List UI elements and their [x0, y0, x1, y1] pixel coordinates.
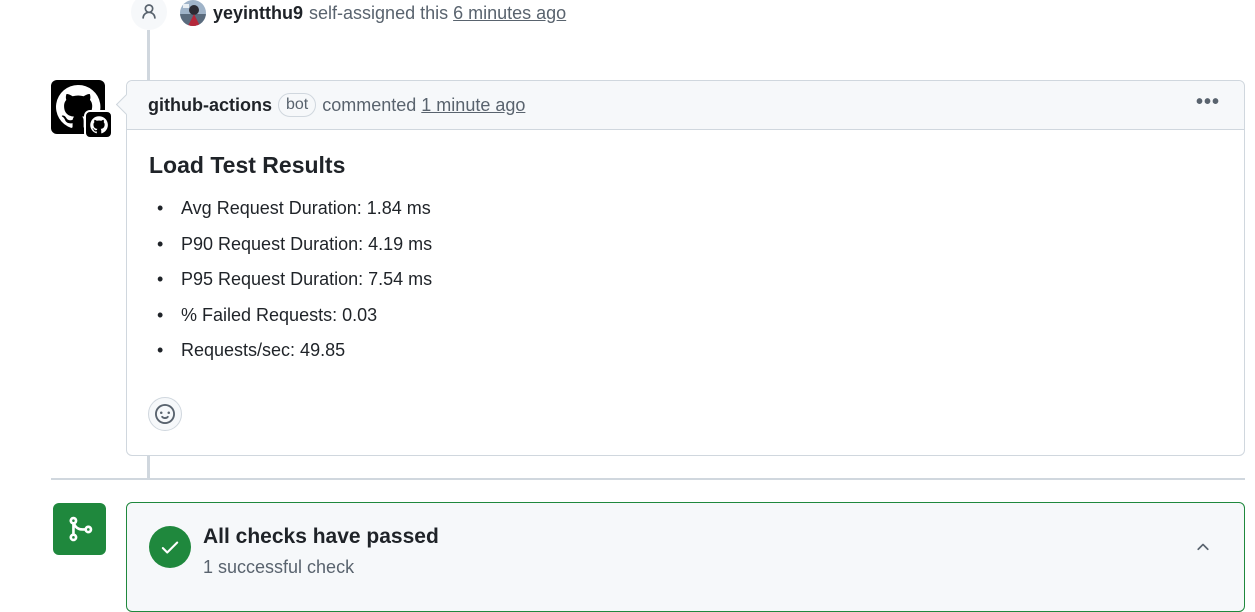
list-item: • Avg Request Duration: 1.84 ms [157, 198, 431, 218]
event-username[interactable]: yeyintthu9 [213, 3, 303, 24]
user-avatar[interactable] [180, 0, 206, 26]
timeline-connector [147, 456, 150, 478]
list-item: • P90 Request Duration: 4.19 ms [157, 233, 433, 254]
person-icon [131, 0, 167, 30]
smiley-icon [155, 404, 175, 424]
timeline-divider [51, 478, 1245, 480]
assignment-event: yeyintthu9 self-assigned this 6 minutes … [180, 0, 566, 26]
checks-subtitle: 1 successful check [203, 557, 355, 577]
list-item: • P95 Request Duration: 7.54 ms [157, 269, 433, 289]
chevron-up-icon[interactable] [1194, 538, 1212, 561]
bot-badge: bot [278, 93, 317, 117]
check-icon [149, 526, 191, 568]
event-action: self-assigned this [309, 2, 449, 23]
comment-action: commented [322, 94, 417, 115]
github-badge-icon [84, 110, 113, 139]
checks-title: All checks have passed [203, 525, 439, 548]
git-merge-icon [53, 503, 106, 555]
comment-author[interactable]: github-actions [148, 95, 272, 116]
checks-panel: All checks have passed 1 successful chec… [126, 502, 1245, 612]
comment-timestamp[interactable]: 1 minute ago [421, 95, 525, 116]
results-list: • Avg Request Duration: 1.84 ms • P90 Requ… [157, 198, 432, 376]
comment-title: Load Test Results [149, 152, 346, 178]
event-timestamp[interactable]: 6 minutes ago [453, 3, 566, 24]
timeline-connector [147, 30, 150, 80]
comment-header: github-actions bot commented 1 minute ag… [127, 81, 1244, 130]
comment-card: github-actions bot commented 1 minute ag… [115, 80, 1245, 456]
list-item: •% Failed Requests: 0.03 [157, 304, 378, 325]
list-item: • Requests/sec: 49.85 [157, 340, 346, 360]
more-options-icon[interactable]: ••• [1196, 91, 1220, 114]
add-reaction-button[interactable] [148, 397, 182, 431]
